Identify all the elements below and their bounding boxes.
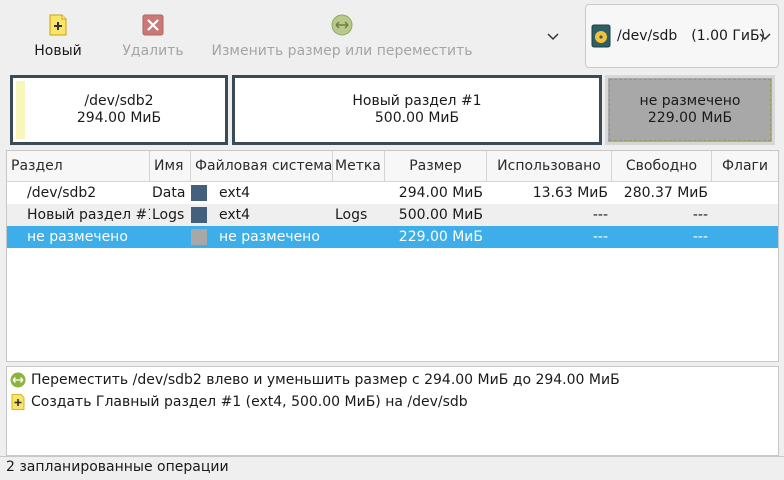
pending-operations-list: Переместить /dev/sdb2 влево и уменьшить … xyxy=(6,366,779,456)
cell-label: Logs xyxy=(335,207,368,223)
cell-name: Logs xyxy=(152,207,185,223)
cell-name: Data xyxy=(152,185,186,201)
cell-partition: /dev/sdb2 xyxy=(27,185,97,201)
partition-block-size: 294.00 МиБ xyxy=(76,110,162,126)
cell-size: 229.00 МиБ xyxy=(398,229,483,245)
partition-block-name: /dev/sdb2 xyxy=(84,93,154,109)
column-header-size[interactable]: Размер xyxy=(385,151,487,182)
cell-free: --- xyxy=(692,229,708,245)
cell-used: --- xyxy=(592,229,608,245)
cell-free: 280.37 МиБ xyxy=(623,185,708,201)
device-size: (1.00 ГиБ) xyxy=(691,28,766,44)
operation-text: Создать Главный раздел #1 (ext4, 500.00 … xyxy=(31,394,468,410)
cell-flags xyxy=(716,182,776,204)
cell-partition: не размечено xyxy=(27,229,128,245)
new-partition-icon xyxy=(49,14,67,36)
table-row-selected[interactable]: не размечено не размечено 229.00 МиБ ---… xyxy=(7,226,778,248)
column-header-flags[interactable]: Флаги xyxy=(712,151,778,182)
cell-flags xyxy=(716,204,776,226)
cell-filesystem: не размечено xyxy=(219,229,320,245)
delete-button[interactable]: Удалить xyxy=(118,0,188,68)
partition-table: Раздел Имя Файловая система Метка Размер… xyxy=(6,150,779,362)
move-resize-icon xyxy=(10,372,26,388)
new-partition-icon xyxy=(11,394,25,410)
table-row[interactable]: /dev/sdb2 Data ext4 294.00 МиБ 13.63 МиБ… xyxy=(7,182,778,204)
device-name: /dev/sdb xyxy=(617,28,678,44)
cell-size: 500.00 МиБ xyxy=(398,207,483,223)
status-text: 2 запланированные операции xyxy=(6,459,229,475)
cell-filesystem: ext4 xyxy=(219,207,251,223)
partition-block-size: 500.00 МиБ xyxy=(374,110,460,126)
partition-block-new-1[interactable]: Новый раздел #1 500.00 МиБ xyxy=(232,75,602,145)
column-header-used[interactable]: Использовано xyxy=(487,151,612,182)
partition-block-size: 229.00 МиБ xyxy=(647,110,733,126)
column-header-filesystem[interactable]: Файловая система xyxy=(191,151,333,182)
cell-name xyxy=(152,226,190,248)
chevron-down-icon[interactable] xyxy=(543,26,563,46)
filesystem-color-swatch xyxy=(191,185,207,201)
column-header-free[interactable]: Свободно xyxy=(612,151,712,182)
filesystem-color-swatch xyxy=(191,229,207,245)
device-selector[interactable]: /dev/sdb (1.00 ГиБ) xyxy=(585,4,779,68)
column-header-name[interactable]: Имя xyxy=(150,151,191,182)
column-header-partition[interactable]: Раздел xyxy=(7,151,150,182)
delete-icon xyxy=(142,14,164,36)
table-row[interactable]: Новый раздел #1 Logs ext4 Logs 500.00 Ми… xyxy=(7,204,778,226)
chevron-down-icon xyxy=(759,33,771,41)
cell-used: --- xyxy=(592,207,608,223)
partition-block-sdb2[interactable]: /dev/sdb2 294.00 МиБ xyxy=(10,75,228,145)
operation-item[interactable]: Создать Главный раздел #1 (ext4, 500.00 … xyxy=(7,391,468,413)
resize-move-button[interactable]: Изменить размер или переместить xyxy=(211,0,473,68)
cell-flags xyxy=(716,226,776,248)
cell-label xyxy=(335,226,383,248)
hard-disk-icon xyxy=(591,24,611,48)
operation-text: Переместить /dev/sdb2 влево и уменьшить … xyxy=(31,372,620,388)
resize-move-icon xyxy=(331,14,353,36)
partition-block-unallocated[interactable]: не размечено 229.00 МиБ xyxy=(605,75,775,145)
cell-label xyxy=(335,182,383,204)
cell-used: 13.63 МиБ xyxy=(532,185,608,201)
table-header: Раздел Имя Файловая система Метка Размер… xyxy=(7,151,778,182)
cell-size: 294.00 МиБ xyxy=(398,185,483,201)
cell-filesystem: ext4 xyxy=(219,185,251,201)
toolbar: Новый Удалить Изменить размер или переме… xyxy=(0,0,784,72)
cell-partition: Новый раздел #1 xyxy=(27,207,150,223)
cell-free: --- xyxy=(692,207,708,223)
delete-button-label: Удалить xyxy=(122,43,184,59)
operation-item[interactable]: Переместить /dev/sdb2 влево и уменьшить … xyxy=(7,369,620,391)
filesystem-color-swatch xyxy=(191,207,207,223)
new-button[interactable]: Новый xyxy=(30,0,86,68)
partition-block-name: не размечено xyxy=(639,93,741,109)
partition-block-name: Новый раздел #1 xyxy=(352,93,482,109)
status-bar: 2 запланированные операции xyxy=(0,456,784,480)
used-space-strip xyxy=(16,81,25,139)
column-header-label[interactable]: Метка xyxy=(333,151,385,182)
resize-move-button-label: Изменить размер или переместить xyxy=(211,43,473,59)
new-button-label: Новый xyxy=(34,43,82,59)
